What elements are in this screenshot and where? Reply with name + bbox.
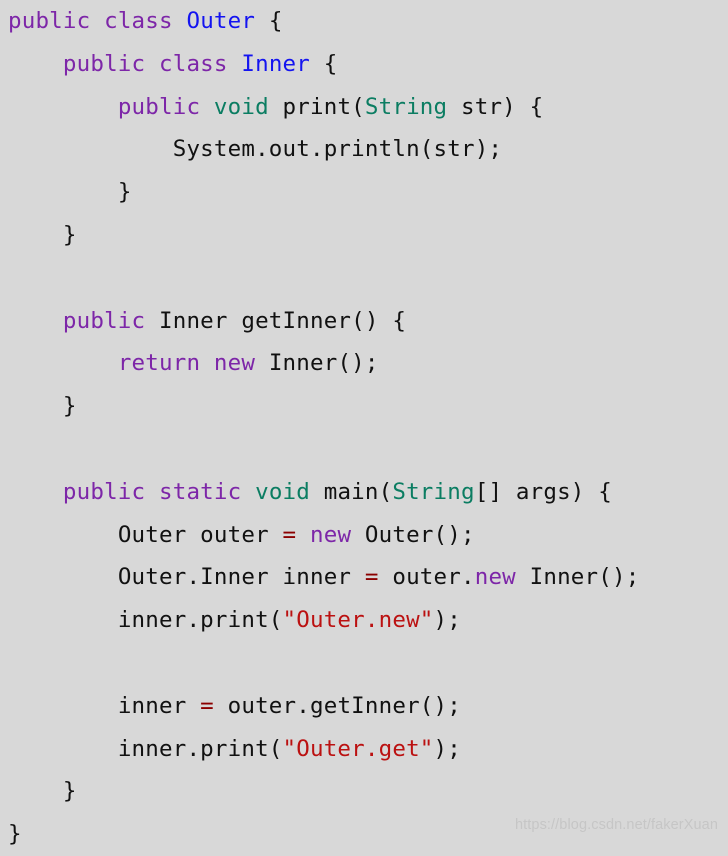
code-token-plain: outer. xyxy=(378,564,475,591)
code-token-plain: print( xyxy=(268,93,365,120)
code-line: public void print(String str) { xyxy=(0,86,728,129)
code-line: public static void main(String[] args) { xyxy=(0,471,728,514)
code-token-classname: Inner xyxy=(241,50,311,77)
code-line: } xyxy=(0,385,728,428)
code-token-string: "Outer.new" xyxy=(282,607,434,634)
code-token-keyword: new xyxy=(474,564,516,591)
code-token-type: String xyxy=(364,93,448,120)
code-token-plain: Outer(); xyxy=(351,521,475,548)
code-line: } xyxy=(0,171,728,214)
code-token-plain: inner.print( xyxy=(117,735,283,762)
code-token-type: void xyxy=(255,478,310,505)
code-token-keyword: new xyxy=(310,521,352,548)
code-token-plain: inner.print( xyxy=(117,607,283,634)
code-listing: public class Outer { public class Inner … xyxy=(0,0,728,856)
code-token-keyword: public xyxy=(62,307,146,334)
code-token-plain: } xyxy=(8,821,22,848)
code-token-plain: inner xyxy=(117,692,201,719)
code-line: public class Inner { xyxy=(0,43,728,86)
code-token-plain: Outer outer xyxy=(117,521,283,548)
code-line: inner.print("Outer.get"); xyxy=(0,728,728,771)
code-line: inner = outer.getInner(); xyxy=(0,685,728,728)
code-token-plain: } xyxy=(62,778,77,805)
code-token-classname: Outer xyxy=(186,8,256,34)
code-token-plain: [] args) { xyxy=(474,478,612,505)
code-token-plain: } xyxy=(62,221,77,248)
code-line: inner.print("Outer.new"); xyxy=(0,599,728,642)
code-token-type: void xyxy=(213,93,269,120)
code-token-plain: { xyxy=(255,8,283,34)
code-line: Outer.Inner inner = outer.new Inner(); xyxy=(0,556,728,599)
watermark-text: https://blog.csdn.net/fakerXuan xyxy=(514,817,718,833)
code-token-operator: = xyxy=(364,564,379,591)
code-token-plain: main( xyxy=(310,478,393,505)
code-token-keyword: public xyxy=(62,478,146,505)
code-token-operator: = xyxy=(282,521,297,548)
code-token-keyword: class xyxy=(159,50,228,77)
code-token-plain: ); xyxy=(433,607,461,634)
code-line: public Inner getInner() { xyxy=(0,300,728,343)
code-token-operator: = xyxy=(200,692,214,719)
code-token-plain: str) { xyxy=(447,93,544,120)
code-token-plain: outer.getInner(); xyxy=(213,692,461,719)
code-token-keyword: public xyxy=(8,8,91,34)
code-token-keyword: static xyxy=(159,478,242,505)
code-token-keyword: new xyxy=(213,350,256,377)
code-token-plain: Inner(); xyxy=(255,350,379,377)
code-line: Outer outer = new Outer(); xyxy=(0,514,728,557)
code-token-plain: Outer.Inner inner xyxy=(117,564,365,591)
code-token-keyword: class xyxy=(104,8,173,34)
code-token-plain: ); xyxy=(433,735,461,762)
code-line: public class Outer { xyxy=(0,0,728,43)
code-token-plain: System.out.println(str); xyxy=(172,136,503,163)
code-line: } xyxy=(0,770,728,813)
code-line: System.out.println(str); xyxy=(0,128,728,171)
code-token-type: String xyxy=(392,478,475,505)
code-token-string: "Outer.get" xyxy=(282,735,434,762)
code-token-keyword: return xyxy=(117,350,201,377)
code-token-plain: } xyxy=(117,179,132,206)
code-token-plain: Inner(); xyxy=(515,564,640,591)
code-token-plain: { xyxy=(310,50,338,77)
code-token-plain: } xyxy=(62,393,77,420)
code-token-keyword: public xyxy=(117,93,201,120)
code-line: } xyxy=(0,214,728,257)
code-line: return new Inner(); xyxy=(0,342,728,385)
code-token-plain: Inner getInner() { xyxy=(145,307,407,334)
code-token-keyword: public xyxy=(62,50,146,77)
